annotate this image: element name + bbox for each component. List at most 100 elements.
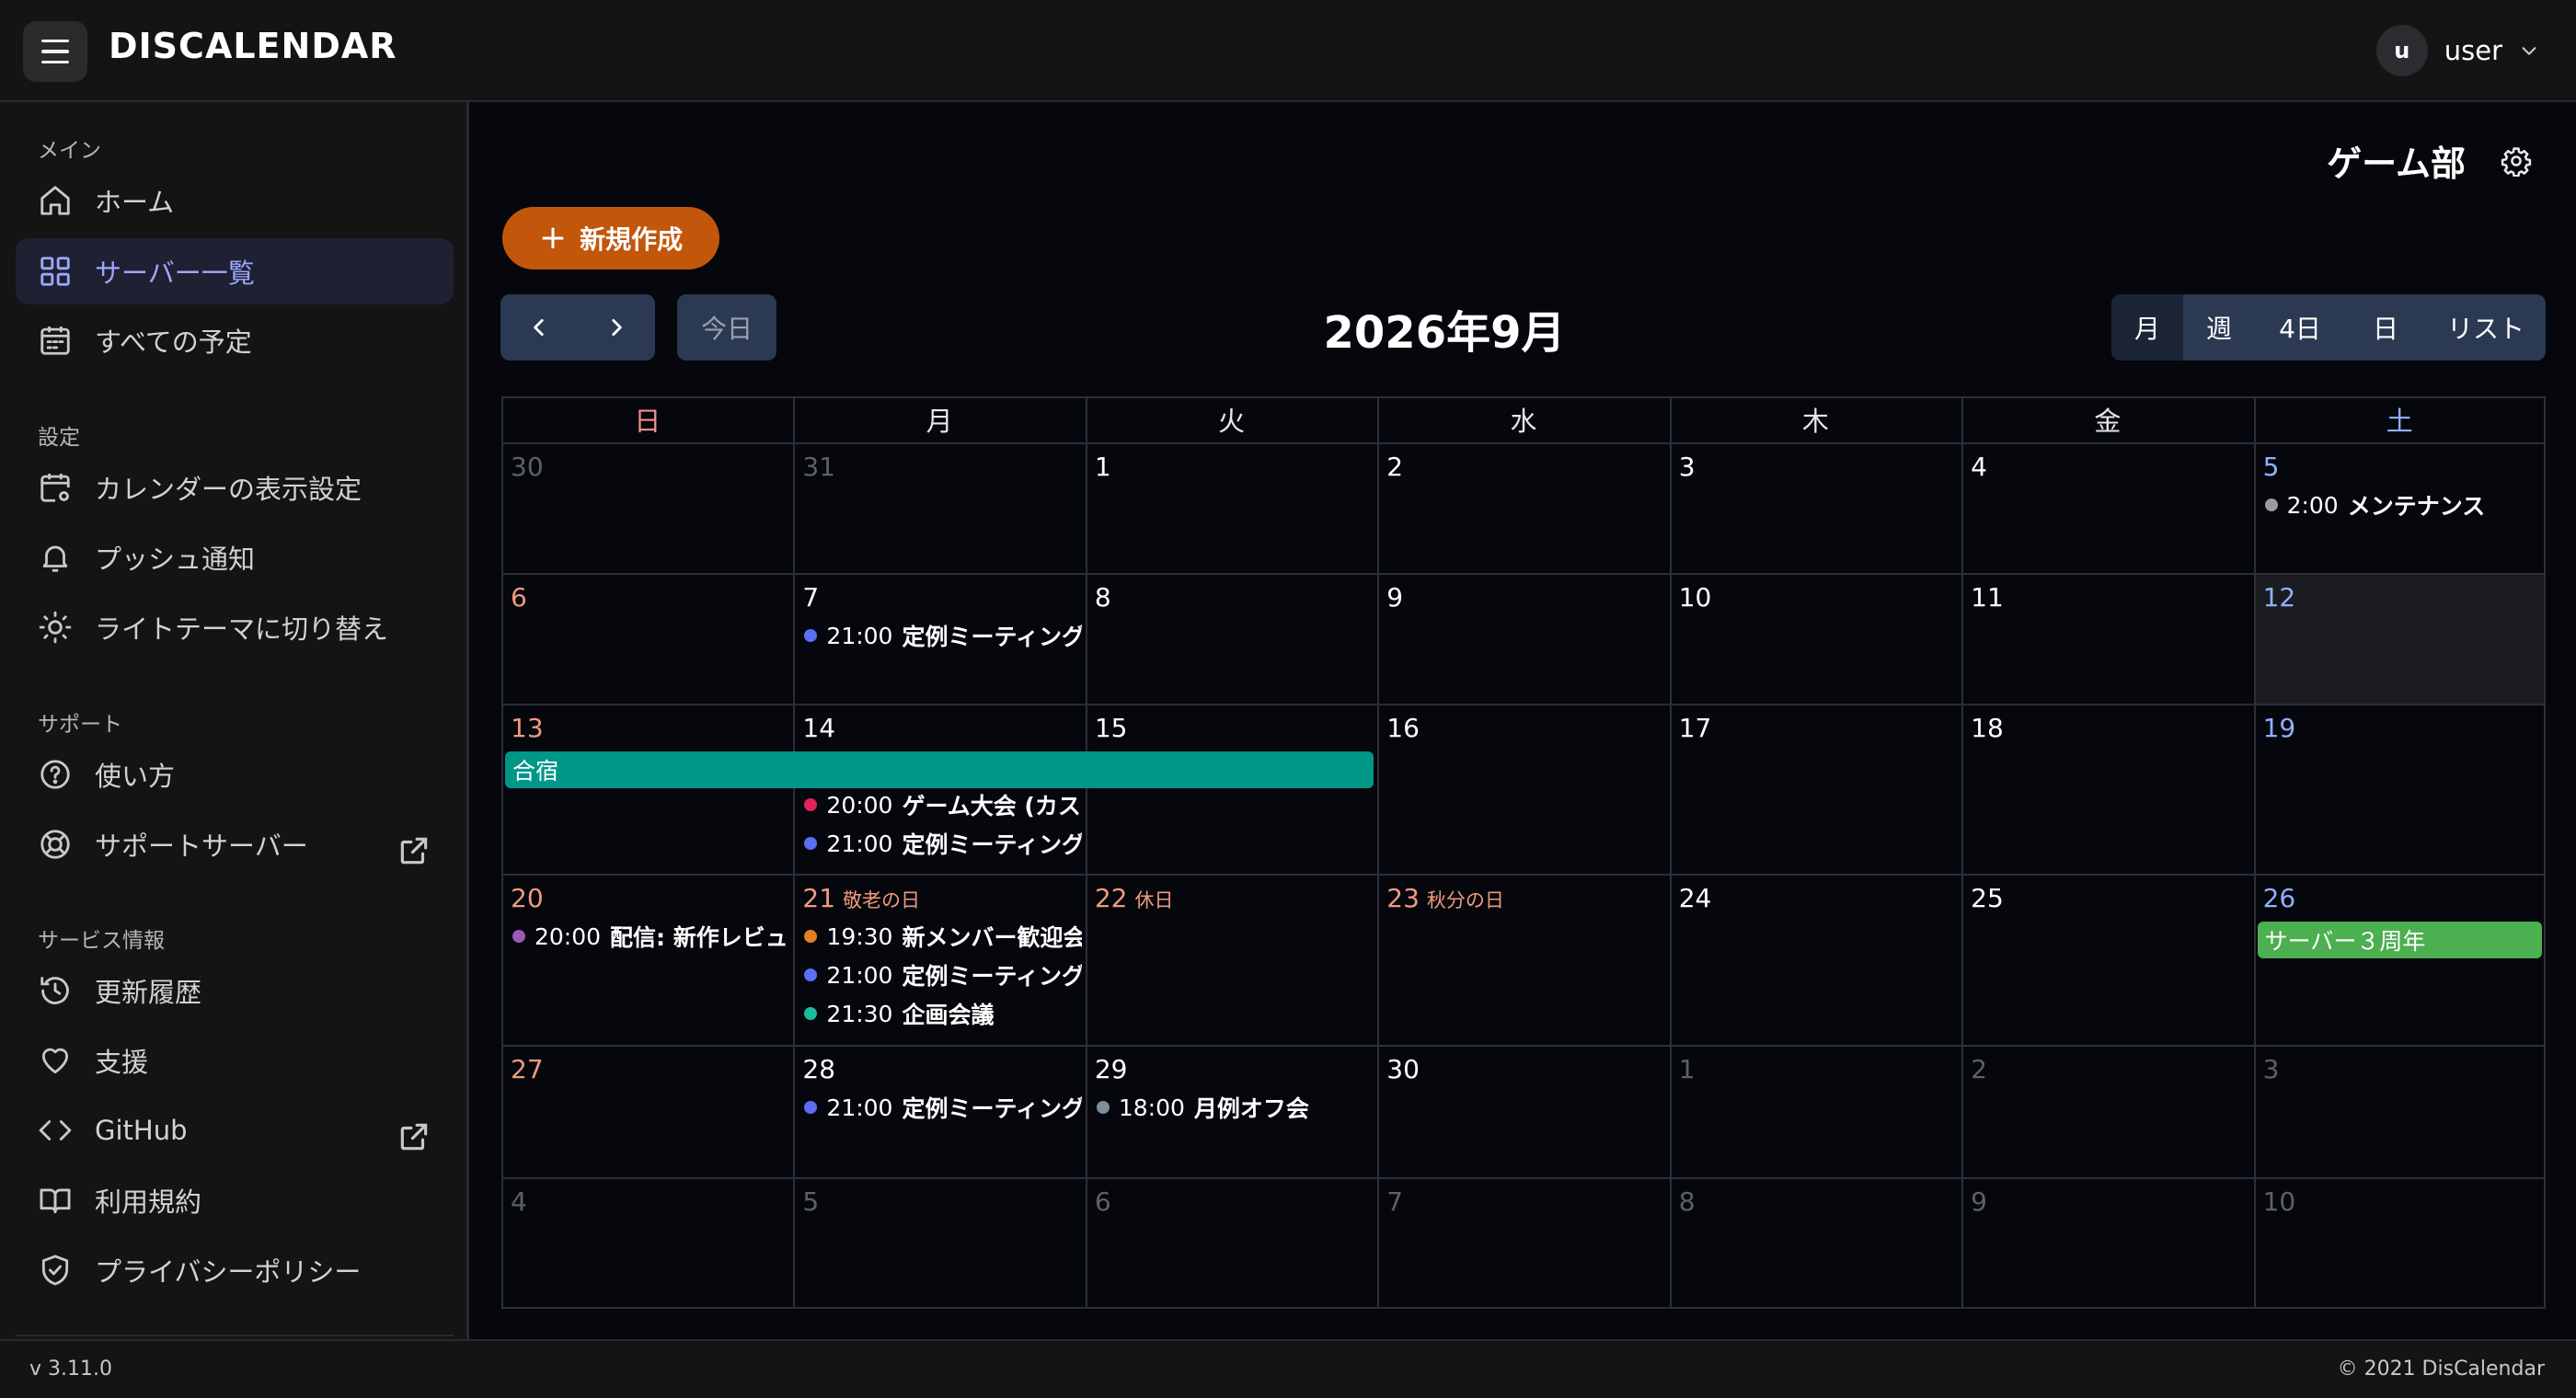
calendar-event[interactable]: 21:30 企画会議	[804, 997, 1081, 1030]
day-number-text: 26	[2262, 883, 2296, 913]
day-number[interactable]: 3	[1679, 452, 1696, 482]
day-number[interactable]: 31	[802, 452, 835, 482]
grid-line	[501, 442, 2546, 444]
app-logo[interactable]: DISCALENDAR	[109, 26, 397, 66]
view-list-button[interactable]: リスト	[2426, 294, 2546, 361]
day-number-text: 4	[1971, 452, 1987, 482]
calendar-event[interactable]: 18:00 月例オフ会	[1096, 1091, 1374, 1124]
day-number[interactable]: 17	[1679, 713, 1712, 743]
day-number[interactable]: 10	[2263, 1186, 2296, 1217]
day-number[interactable]: 30	[511, 452, 544, 482]
day-number[interactable]: 18	[1971, 713, 2004, 743]
day-number[interactable]: 25	[1971, 883, 2004, 913]
day-number[interactable]: 4	[1971, 452, 1987, 482]
event-time: 2:00	[2286, 491, 2339, 519]
day-number[interactable]: 9	[1971, 1186, 1987, 1217]
home-icon	[40, 186, 70, 215]
user-menu[interactable]: u user	[2375, 25, 2539, 76]
grid-line	[501, 704, 2546, 705]
calendar-event[interactable]: 20:00 ゲーム大会 (カスタム)	[804, 788, 1082, 821]
day-number[interactable]: 29	[1095, 1054, 1128, 1084]
hamburger-menu-button[interactable]	[23, 21, 87, 82]
day-number[interactable]: 21 敬老の日	[802, 883, 920, 913]
day-number[interactable]: 8	[1095, 582, 1111, 613]
calendar-event[interactable]: 20:00 配信: 新作レビュー	[512, 920, 789, 953]
calendar-event[interactable]: 21:00 定例ミーティング	[804, 1091, 1082, 1124]
month-nav	[500, 294, 655, 361]
day-number-text: 14	[802, 713, 836, 743]
day-number[interactable]: 5	[2263, 452, 2280, 482]
event-title: 定例ミーティング	[902, 831, 1082, 858]
calendar-event[interactable]: 21:00 定例ミーティング	[804, 619, 1082, 652]
sidebar-item-github[interactable]: GitHub	[16, 1097, 454, 1163]
day-number[interactable]: 30	[1386, 1054, 1420, 1084]
day-number[interactable]: 15	[1095, 713, 1128, 743]
day-number-text: 6	[511, 582, 527, 613]
calendar-event[interactable]: 19:30 新メンバー歓迎会	[804, 920, 1082, 953]
day-number[interactable]: 20	[511, 883, 544, 913]
day-number[interactable]: 16	[1386, 713, 1420, 743]
all-day-event[interactable]: 合宿	[505, 751, 1374, 788]
menu-line	[41, 50, 69, 53]
bell-icon	[42, 545, 68, 572]
view-week-button[interactable]: 週	[2183, 294, 2255, 361]
day-number[interactable]: 6	[1095, 1186, 1111, 1217]
event-color-dot	[804, 1007, 818, 1020]
day-number-text: 7	[802, 582, 820, 613]
sidebar-item-privacy[interactable]: プライバシーポリシー	[16, 1237, 454, 1303]
day-number[interactable]: 2	[1971, 1054, 1987, 1084]
day-number[interactable]: 19	[2263, 713, 2296, 743]
day-number[interactable]: 27	[511, 1054, 544, 1084]
day-number[interactable]: 4	[511, 1186, 527, 1217]
sidebar-item-push-notifications[interactable]: プッシュ通知	[16, 524, 454, 590]
today-button[interactable]: 今日	[677, 294, 776, 361]
sidebar-item-theme-toggle[interactable]: ライトテーマに切り替え	[16, 594, 454, 660]
day-number[interactable]: 8	[1679, 1186, 1696, 1217]
view-month-button[interactable]: 月	[2111, 294, 2183, 361]
day-number[interactable]: 1	[1679, 1054, 1696, 1084]
day-number[interactable]: 9	[1386, 582, 1403, 613]
calendar-event[interactable]: 21:00 定例ミーティング	[804, 958, 1082, 991]
day-number[interactable]: 13	[511, 713, 544, 743]
day-number[interactable]: 23 秋分の日	[1386, 883, 1504, 913]
day-number-text: 20	[511, 883, 544, 913]
day-number-text: 15	[1094, 713, 1128, 743]
day-number[interactable]: 3	[2263, 1054, 2280, 1084]
day-number[interactable]: 14	[802, 713, 835, 743]
sidebar-item-changelog[interactable]: 更新履歴	[16, 957, 454, 1024]
sidebar-item-calendar-display[interactable]: カレンダーの表示設定	[16, 454, 454, 521]
calendar-event[interactable]: 21:00 定例ミーティング	[804, 827, 1082, 860]
sidebar-item-terms[interactable]: 利用規約	[16, 1167, 454, 1233]
day-number[interactable]: 10	[1679, 582, 1712, 613]
day-number[interactable]: 1	[1095, 452, 1111, 482]
day-number[interactable]: 22 休日	[1095, 883, 1174, 913]
day-number[interactable]: 7	[1386, 1186, 1403, 1217]
grid-line	[1669, 396, 1672, 1309]
day-number[interactable]: 11	[1971, 582, 2004, 613]
gear-icon[interactable]	[2501, 145, 2532, 177]
view-day-button[interactable]: 日	[2345, 294, 2426, 361]
event-color-dot	[2264, 498, 2278, 511]
calendar-event[interactable]: 2:00 メンテナンス	[2264, 488, 2542, 521]
next-month-button[interactable]	[578, 294, 655, 361]
day-number[interactable]: 12	[2263, 582, 2296, 613]
all-day-event[interactable]: サーバー３周年	[2257, 922, 2542, 958]
day-number-text: 28	[802, 1054, 836, 1084]
sidebar-item-how-to-use[interactable]: 使い方	[16, 741, 454, 808]
day-number[interactable]: 2	[1386, 452, 1403, 482]
weekday-header: 日	[634, 406, 661, 437]
sidebar-item-servers[interactable]: サーバー一覧	[16, 238, 454, 304]
prev-month-button[interactable]	[500, 294, 578, 361]
sidebar-item-donate[interactable]: 支援	[16, 1027, 454, 1094]
new-event-button[interactable]: + 新規作成	[502, 207, 719, 269]
view-4day-button[interactable]: 4日	[2255, 294, 2345, 361]
sidebar-item-home[interactable]: ホーム	[16, 167, 454, 234]
sidebar-item-support-server[interactable]: サポートサーバー	[16, 811, 454, 877]
day-number[interactable]: 28	[802, 1054, 835, 1084]
day-number[interactable]: 6	[511, 582, 527, 613]
day-number[interactable]: 5	[802, 1186, 819, 1217]
day-number[interactable]: 7	[802, 582, 819, 613]
day-number[interactable]: 26	[2263, 883, 2296, 913]
day-number[interactable]: 24	[1679, 883, 1712, 913]
sidebar-item-all-events[interactable]: すべての予定	[16, 307, 454, 373]
